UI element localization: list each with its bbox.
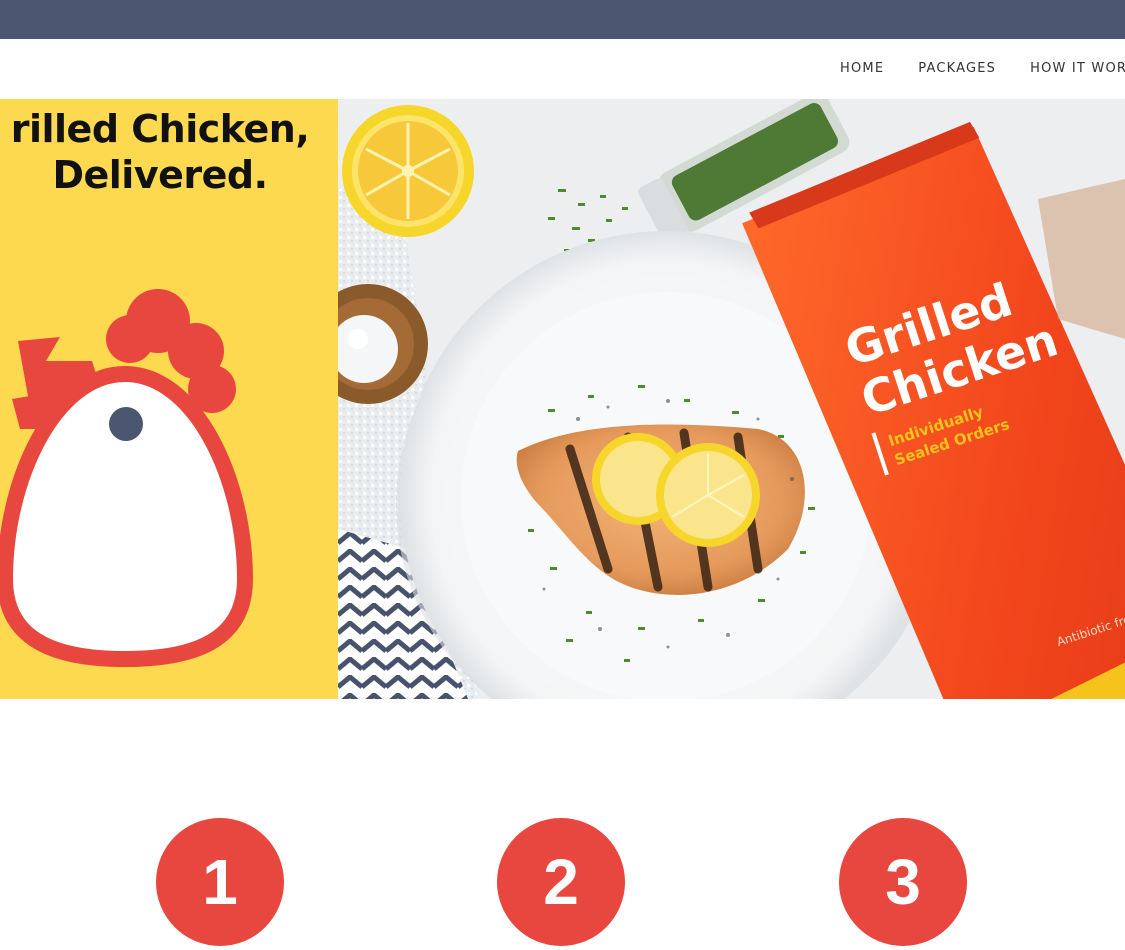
nav-packages-link[interactable]: PACKAGES bbox=[918, 61, 996, 76]
hero-headline-line-1: rilled Chicken, bbox=[10, 107, 310, 151]
main-navigation: HOME PACKAGES HOW IT WOR bbox=[0, 39, 1125, 99]
hero-brand-panel: rilled Chicken, Delivered. bbox=[0, 99, 338, 699]
nav-how-it-works-link[interactable]: HOW IT WOR bbox=[1030, 61, 1125, 76]
nav-home-link[interactable]: HOME bbox=[840, 61, 884, 76]
hero-headline: rilled Chicken, Delivered. bbox=[0, 107, 338, 198]
nav-links: HOME PACKAGES HOW IT WOR bbox=[840, 61, 1125, 76]
step-3-badge: 3 bbox=[839, 818, 967, 946]
step-1-badge: 1 bbox=[156, 818, 284, 946]
top-bar bbox=[0, 0, 1125, 39]
grilled-chicken-photo: Grilled Chicken Individually Sealed Orde… bbox=[338, 99, 1125, 699]
hero-banner: rilled Chicken, Delivered. Grilled Chick… bbox=[0, 99, 1125, 699]
hero-food-photo: Grilled Chicken Individually Sealed Orde… bbox=[338, 99, 1125, 699]
step-2-badge: 2 bbox=[497, 818, 625, 946]
hero-headline-line-2: Delivered. bbox=[52, 152, 268, 197]
how-it-works-steps: 1 2 3 bbox=[0, 818, 1125, 950]
chicken-logo-icon bbox=[0, 289, 254, 668]
